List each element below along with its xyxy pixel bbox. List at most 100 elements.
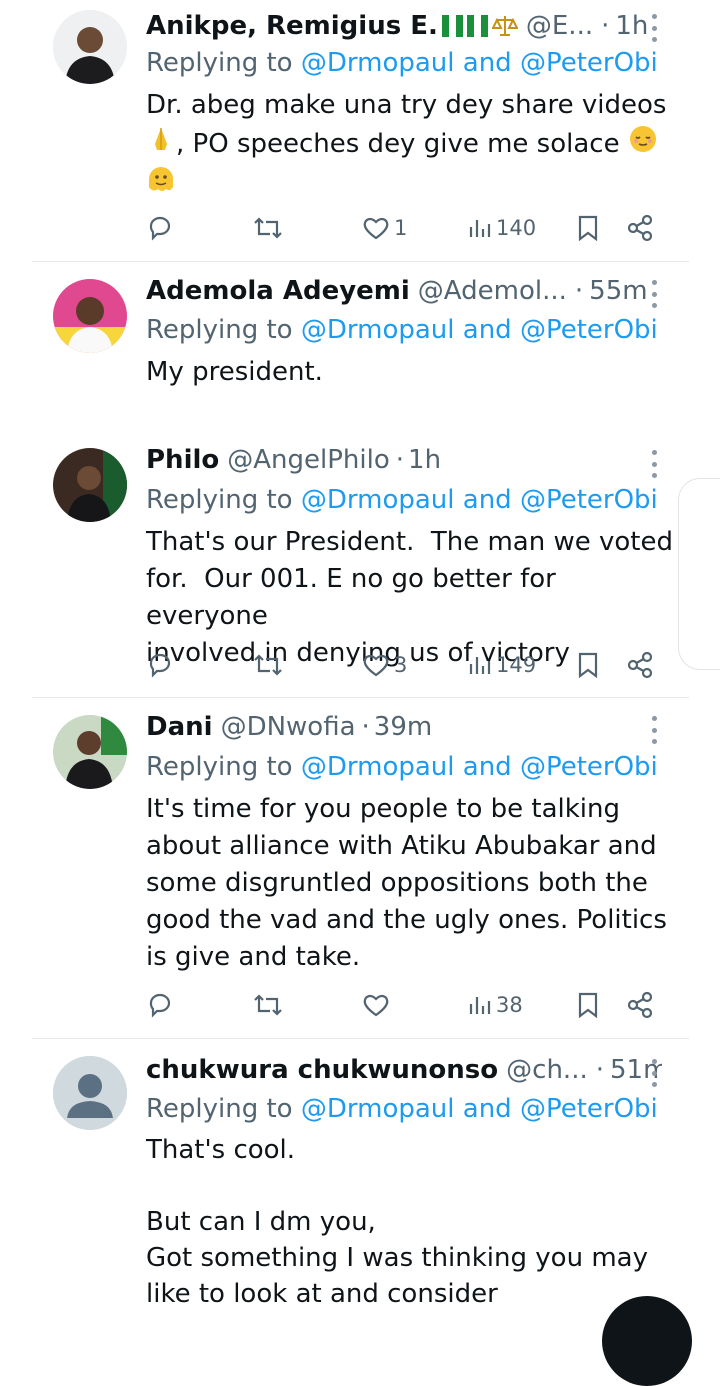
replying-to-and: and bbox=[462, 1094, 512, 1124]
compose-button[interactable] bbox=[602, 1296, 692, 1386]
separator-dot: · bbox=[574, 276, 584, 306]
like-button[interactable] bbox=[362, 985, 390, 1025]
melting-face-emoji-icon bbox=[146, 165, 176, 206]
retweet-button[interactable] bbox=[253, 985, 283, 1025]
replying-to-label: Replying to bbox=[146, 315, 293, 345]
replying-to: Replying to @Drmopaul and @PeterObi bbox=[146, 482, 658, 518]
share-button[interactable] bbox=[626, 985, 654, 1025]
views-button[interactable]: 38 bbox=[468, 985, 523, 1025]
mention-link[interactable]: @Drmopaul bbox=[301, 48, 455, 78]
share-button[interactable] bbox=[626, 208, 654, 248]
view-count: 149 bbox=[496, 653, 537, 677]
tweet-text: My president. bbox=[146, 357, 323, 387]
like-button[interactable]: 3 bbox=[362, 645, 407, 685]
more-vertical-icon[interactable] bbox=[644, 450, 664, 478]
mention-link[interactable]: @Drmopaul bbox=[301, 315, 455, 345]
replying-to: Replying to @Drmopaul and @PeterObi bbox=[146, 312, 658, 348]
replying-to-label: Replying to bbox=[146, 485, 293, 515]
display-name[interactable]: Dani bbox=[146, 707, 213, 747]
mention-link[interactable]: @Drmopaul bbox=[301, 1094, 455, 1124]
nigeria-flag-icon bbox=[466, 15, 488, 37]
mention-link[interactable]: @PeterObi bbox=[520, 315, 658, 345]
retweet-button[interactable] bbox=[253, 645, 283, 685]
views-button[interactable]: 149 bbox=[468, 645, 536, 685]
replying-to: Replying to @Drmopaul and @PeterObi bbox=[146, 749, 658, 785]
like-button[interactable]: 1 bbox=[362, 208, 407, 248]
replying-to: Replying to @Drmopaul and @PeterObi bbox=[146, 1091, 658, 1127]
replying-to-label: Replying to bbox=[146, 48, 293, 78]
tweet-header: Philo @AngelPhilo · 1h bbox=[146, 440, 662, 480]
avatar[interactable] bbox=[53, 448, 127, 522]
timestamp[interactable]: 39m bbox=[374, 707, 432, 747]
reply-button[interactable] bbox=[146, 985, 174, 1025]
share-icon bbox=[627, 214, 653, 242]
speech-bubble-icon bbox=[149, 216, 171, 241]
more-vertical-icon[interactable] bbox=[644, 1059, 664, 1087]
folded-hands-emoji-icon bbox=[146, 124, 176, 165]
separator-dot: · bbox=[595, 1055, 604, 1085]
retweet-button[interactable] bbox=[253, 208, 283, 248]
avatar[interactable] bbox=[53, 279, 127, 353]
like-count: 3 bbox=[394, 653, 408, 677]
tweet-header: Ademola Adeyemi @Ademol... · 55m bbox=[146, 271, 662, 311]
more-vertical-icon[interactable] bbox=[644, 716, 664, 744]
separator-dot: · bbox=[601, 11, 610, 41]
user-handle[interactable]: @ch... bbox=[506, 1050, 588, 1090]
mention-link[interactable]: @Drmopaul bbox=[301, 485, 455, 515]
bookmark-button[interactable] bbox=[577, 645, 599, 685]
replying-to-and: and bbox=[462, 48, 512, 78]
heart-icon bbox=[363, 217, 389, 240]
avatar[interactable] bbox=[53, 1056, 127, 1130]
display-name[interactable]: chukwura chukwunonso bbox=[146, 1050, 498, 1090]
bookmark-icon bbox=[578, 992, 598, 1019]
tweet-actions: 1 140 bbox=[0, 208, 720, 248]
heart-icon bbox=[363, 994, 389, 1017]
tweet-actions: 38 bbox=[0, 985, 720, 1025]
display-name[interactable]: Anikpe, Remigius E. bbox=[146, 6, 438, 46]
timestamp[interactable]: 1h bbox=[408, 440, 441, 480]
tweet-text: It's time for you people to be talking a… bbox=[146, 794, 667, 972]
bookmark-icon bbox=[578, 215, 598, 242]
mention-link[interactable]: @Drmopaul bbox=[301, 752, 455, 782]
mention-link[interactable]: @PeterObi bbox=[520, 1094, 658, 1124]
mention-link[interactable]: @PeterObi bbox=[520, 752, 658, 782]
tweet[interactable]: Anikpe, Remigius E. @E... · 1h Replying … bbox=[0, 0, 720, 262]
separator-dot: · bbox=[361, 712, 370, 742]
replying-to-label: Replying to bbox=[146, 752, 293, 782]
share-button[interactable] bbox=[626, 645, 654, 685]
like-count: 1 bbox=[394, 216, 408, 240]
user-handle[interactable]: @E... bbox=[526, 6, 593, 46]
tweet[interactable]: chukwura chukwunonso @ch... · 51m Replyi… bbox=[0, 1039, 720, 1315]
avatar[interactable] bbox=[53, 715, 127, 789]
tweet[interactable]: Ademola Adeyemi @Ademol... · 55m Replyin… bbox=[0, 262, 720, 432]
reply-button[interactable] bbox=[146, 208, 174, 248]
replying-to-label: Replying to bbox=[146, 1094, 293, 1124]
tweet-header: chukwura chukwunonso @ch... · 51m bbox=[146, 1050, 662, 1090]
display-name[interactable]: Philo bbox=[146, 440, 219, 480]
mention-link[interactable]: @PeterObi bbox=[520, 485, 658, 515]
user-handle[interactable]: @AngelPhilo bbox=[227, 440, 390, 480]
mention-link[interactable]: @PeterObi bbox=[520, 48, 658, 78]
user-handle[interactable]: @Ademol... bbox=[418, 271, 567, 311]
scroll-handle[interactable] bbox=[678, 478, 720, 670]
speech-bubble-icon bbox=[149, 993, 171, 1018]
bookmark-button[interactable] bbox=[577, 985, 599, 1025]
tweet-text-line: , PO speeches dey give me solace bbox=[146, 124, 676, 165]
replying-to-and: and bbox=[462, 752, 512, 782]
display-name[interactable]: Ademola Adeyemi bbox=[146, 271, 410, 311]
views-button[interactable]: 140 bbox=[468, 208, 536, 248]
timestamp[interactable]: 55m bbox=[589, 271, 647, 311]
more-vertical-icon[interactable] bbox=[644, 280, 664, 308]
avatar[interactable] bbox=[53, 10, 127, 84]
tweet[interactable]: Dani @DNwofia · 39m Replying to @Drmopau… bbox=[0, 698, 720, 1038]
replying-to: Replying to @Drmopaul and @PeterObi bbox=[146, 45, 658, 81]
bar-chart-icon bbox=[469, 220, 491, 237]
bookmark-button[interactable] bbox=[577, 208, 599, 248]
replying-to-and: and bbox=[462, 315, 512, 345]
reply-button[interactable] bbox=[146, 645, 174, 685]
speech-bubble-icon bbox=[149, 653, 171, 678]
tweet[interactable]: Philo @AngelPhilo · 1h Replying to @Drmo… bbox=[0, 432, 720, 696]
user-handle[interactable]: @DNwofia bbox=[221, 707, 356, 747]
retweet-icon bbox=[254, 217, 282, 239]
more-vertical-icon[interactable] bbox=[644, 14, 664, 42]
